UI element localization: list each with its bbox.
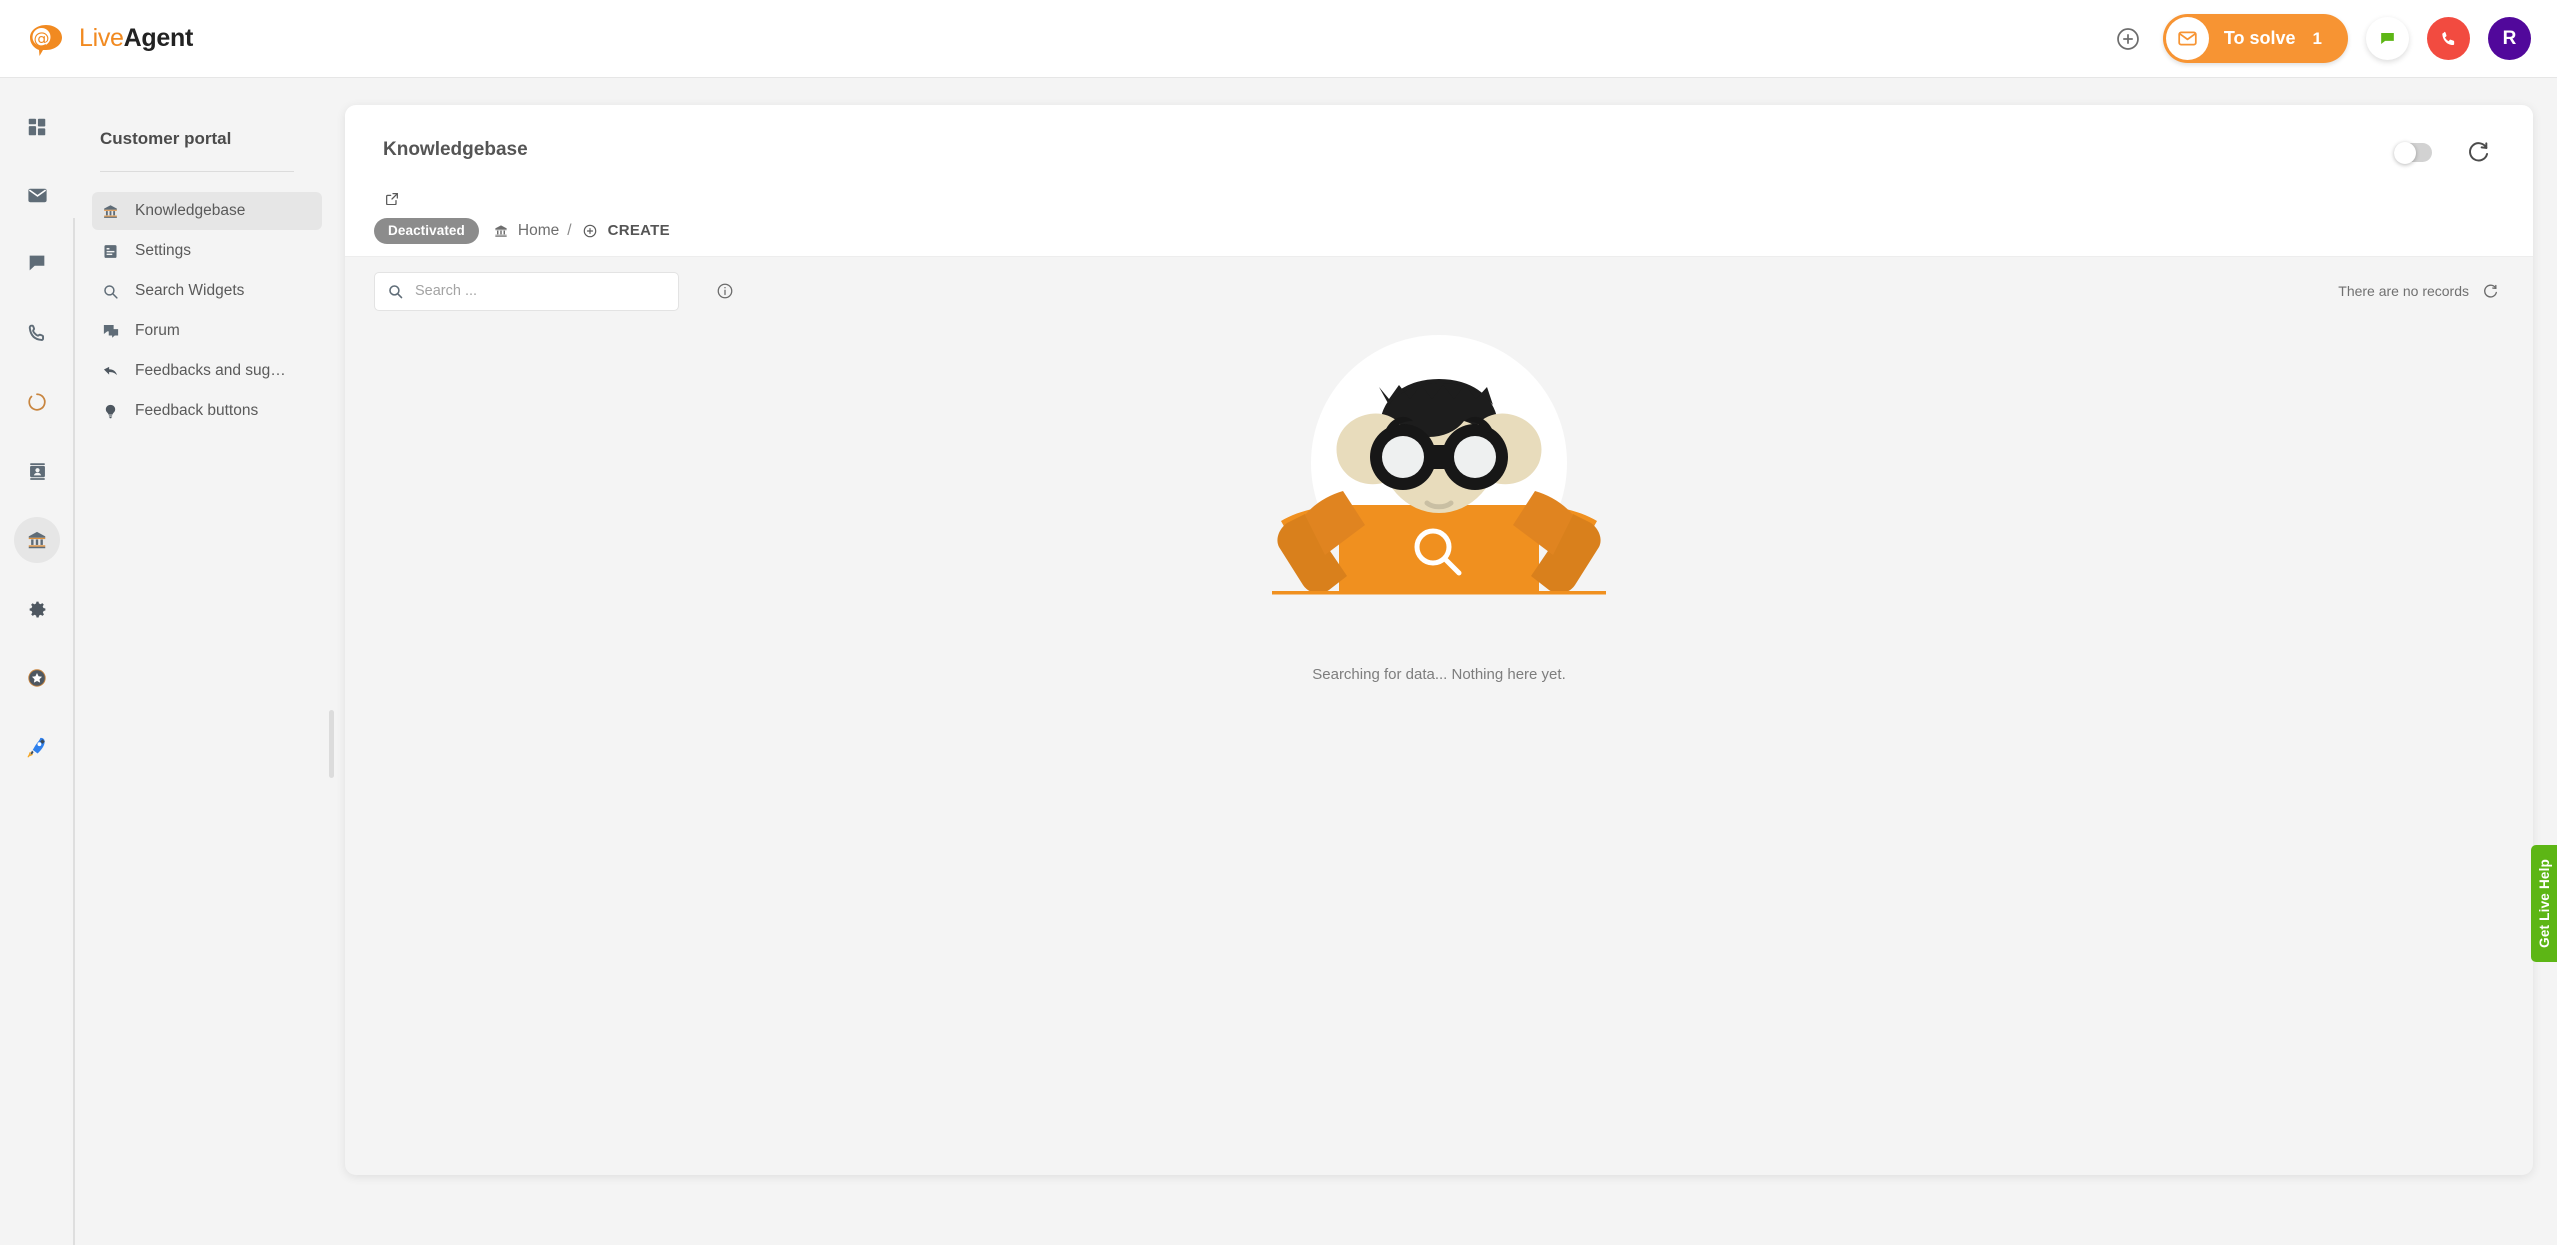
avatar-initial: R <box>2502 27 2517 49</box>
customer-portal-sidebar: Customer portal Knowledgebase Settings S… <box>76 78 334 1195</box>
reply-arrow-icon <box>101 362 120 380</box>
chat-bubble-icon <box>2381 32 2394 45</box>
sidebar-divider <box>100 171 294 172</box>
to-solve-count: 1 <box>2312 28 2322 48</box>
rail-item-settings[interactable] <box>0 586 74 632</box>
records-count-text: There are no records <box>2338 283 2469 299</box>
info-button[interactable] <box>716 282 734 300</box>
status-badge: Deactivated <box>374 217 479 244</box>
brand-wordmark: LiveAgent <box>79 24 193 53</box>
search-input[interactable] <box>415 283 666 299</box>
sidebar-title: Customer portal <box>100 129 232 148</box>
card-header-actions <box>2394 140 2491 165</box>
at-speech-bubble-logo-icon: @ <box>26 19 66 59</box>
sidebar-item-label: Forum <box>135 322 180 339</box>
refresh-icon <box>2484 284 2497 298</box>
envelope-badge <box>2165 17 2209 60</box>
rail-item-chats[interactable] <box>0 240 74 286</box>
svg-text:@: @ <box>34 28 50 47</box>
get-live-help-tab[interactable]: Get Live Help <box>2531 845 2557 962</box>
toggle-knob <box>2394 141 2416 164</box>
sidebar-item-label: Settings <box>135 242 192 259</box>
list-settings-icon <box>101 243 120 260</box>
brand-logo[interactable]: @ LiveAgent <box>26 19 193 59</box>
top-bar-actions: To solve 1 R <box>2111 14 2531 63</box>
sidebar-item-label: Knowledgebase <box>135 202 246 219</box>
breadcrumb-current: CREATE <box>607 222 670 239</box>
sidebar-item-label: Feedback buttons <box>135 402 259 419</box>
rail-item-star[interactable] <box>0 655 74 701</box>
breadcrumb: Deactivated Home / CREATE <box>345 205 2533 257</box>
breadcrumb-separator: / <box>567 221 572 239</box>
card-toolbar: There are no records <box>345 257 2533 325</box>
to-solve-label: To solve <box>2223 28 2296 48</box>
search-icon <box>387 283 404 300</box>
gear-settings-icon <box>29 601 45 617</box>
empty-state: Searching for data... Nothing here yet. <box>345 335 2533 683</box>
sidebar-item-feedback-buttons[interactable]: Feedback buttons <box>92 392 322 430</box>
sidebar-item-label: Feedbacks and sug… <box>135 362 286 379</box>
rail-item-calls[interactable] <box>0 310 74 356</box>
knowledgebase-card: Knowledgebase Deactivated Home / CREATE … <box>345 105 2533 1175</box>
star-badge-icon <box>28 669 46 687</box>
mail-icon <box>27 188 47 202</box>
page-title: Knowledgebase <box>383 139 528 160</box>
sidebar-item-label: Search Widgets <box>135 282 245 299</box>
refresh-button[interactable] <box>2466 140 2491 165</box>
call-button[interactable] <box>2427 17 2470 60</box>
search-box[interactable] <box>374 271 679 311</box>
refresh-icon <box>2469 142 2489 162</box>
to-solve-button[interactable]: To solve 1 <box>2162 14 2348 63</box>
forum-icon <box>101 322 120 340</box>
records-refresh-button[interactable] <box>2482 283 2499 300</box>
rail-item-activity[interactable] <box>0 379 74 425</box>
sidebar-item-knowledgebase[interactable]: Knowledgebase <box>92 192 322 230</box>
rocket-icon <box>27 737 45 758</box>
rail-item-tickets[interactable] <box>0 172 74 218</box>
envelope-icon <box>2178 31 2197 46</box>
activation-toggle[interactable] <box>2394 141 2432 164</box>
plus-circle-icon <box>2117 27 2139 50</box>
sidebar-item-forum[interactable]: Forum <box>92 312 322 350</box>
bank-icon <box>101 203 120 220</box>
breadcrumb-create-icon <box>582 223 598 239</box>
rail-item-dashboard[interactable] <box>0 104 74 150</box>
empty-state-illustration <box>1189 335 1689 640</box>
brand-live-text: Live <box>79 24 124 52</box>
search-icon <box>101 283 120 300</box>
info-circle-icon <box>717 283 733 299</box>
rail-item-contacts[interactable] <box>0 448 74 494</box>
sidebar-resize-handle[interactable] <box>329 710 334 778</box>
rail-item-knowledgebase[interactable] <box>0 517 74 563</box>
brand-agent-text: Agent <box>123 24 194 52</box>
top-bar: @ LiveAgent To solve 1 R <box>0 0 2557 78</box>
get-live-help-label: Get Live Help <box>2536 859 2552 948</box>
records-status: There are no records <box>2338 283 2499 300</box>
sidebar-item-settings[interactable]: Settings <box>92 232 322 270</box>
lightbulb-icon <box>101 403 120 420</box>
phone-icon <box>2441 31 2454 45</box>
empty-state-caption: Searching for data... Nothing here yet. <box>1312 666 1566 683</box>
contacts-card-icon <box>29 462 45 480</box>
sidebar-item-search-widgets[interactable]: Search Widgets <box>92 272 322 310</box>
dashboard-grid-icon <box>28 118 46 136</box>
circle-progress-icon <box>28 393 46 411</box>
knowledgebase-bank-icon <box>28 531 46 549</box>
add-new-button[interactable] <box>2111 22 2145 56</box>
rail-item-whats-new[interactable] <box>0 724 74 770</box>
phone-icon <box>28 324 45 341</box>
card-header: Knowledgebase <box>345 105 2533 206</box>
chat-icon <box>29 255 45 271</box>
chat-status-button[interactable] <box>2366 17 2409 60</box>
sidebar-menu: Knowledgebase Settings Search Widgets Fo… <box>76 192 330 430</box>
left-icon-rail <box>0 78 75 1245</box>
breadcrumb-home-link[interactable]: Home <box>518 222 559 240</box>
sidebar-item-feedbacks-and-suggestions[interactable]: Feedbacks and sug… <box>92 352 322 390</box>
breadcrumb-home-icon <box>493 223 509 239</box>
user-avatar[interactable]: R <box>2488 17 2531 60</box>
